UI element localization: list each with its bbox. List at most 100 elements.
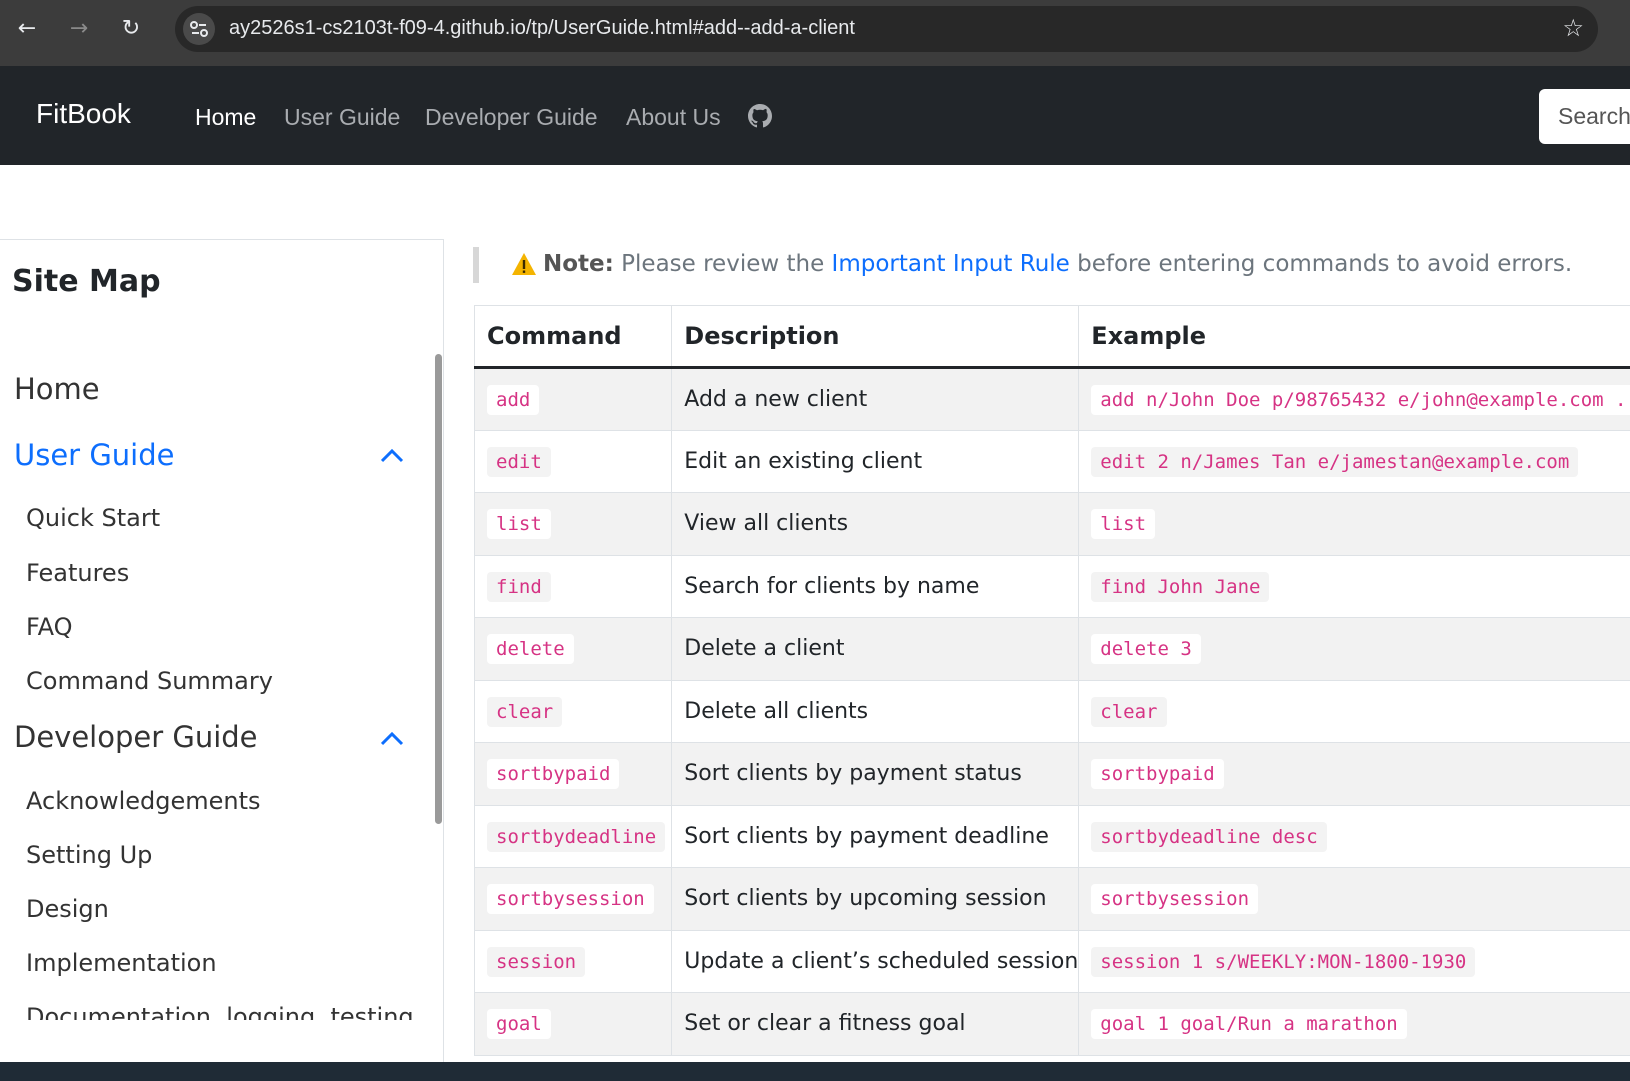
table-row: sortbysession Sort clients by upcoming s… (473, 867, 1630, 931)
table-row: session Update a client’s scheduled sess… (473, 930, 1630, 993)
description-cell: Sort clients by payment deadline (671, 805, 1080, 868)
command-code: session (487, 946, 586, 977)
table-row: sortbydeadline Sort clients by payment d… (473, 805, 1630, 868)
sidebar-item-faq[interactable]: FAQ (26, 613, 73, 641)
command-cell: add (473, 367, 673, 431)
url-text: ay2526s1-cs2103t-f09-4.github.io/tp/User… (229, 17, 855, 39)
example-code: sortbysession (1091, 884, 1259, 915)
command-code: sortbydeadline (487, 821, 666, 852)
command-code: list (487, 509, 551, 540)
example-cell: sortbydeadline desc (1078, 805, 1630, 868)
note-text-before: Please review the (613, 251, 832, 277)
warning-icon (512, 253, 536, 275)
command-cell: find (473, 555, 673, 618)
bookmark-star-icon[interactable]: ☆ (1562, 14, 1584, 42)
brand-logo[interactable]: FitBook (36, 98, 131, 130)
nav-link-home[interactable]: Home (195, 104, 256, 131)
important-input-rule-link[interactable]: Important Input Rule (832, 251, 1070, 277)
description-cell: Search for clients by name (671, 555, 1080, 618)
command-code: clear (487, 696, 563, 727)
table-row: sortbypaid Sort clients by payment statu… (473, 742, 1630, 806)
sidebar-item-acknowledgements[interactable]: Acknowledgements (26, 787, 261, 815)
sidebar-item-design[interactable]: Design (26, 895, 109, 923)
nav-link-developer-guide[interactable]: Developer Guide (425, 104, 598, 131)
example-code: sortbypaid (1091, 759, 1224, 790)
back-icon[interactable]: ← (12, 14, 42, 44)
sidebar-item-setting-up[interactable]: Setting Up (26, 841, 152, 869)
site-map-sidebar: Site Map Home User Guide Quick Start Fea… (0, 239, 444, 1062)
main-content: Note: Please review the Important Input … (445, 239, 1630, 1062)
command-code: sortbysession (487, 884, 654, 915)
command-cell: list (473, 492, 673, 556)
example-code: delete 3 (1091, 634, 1201, 665)
browser-toolbar: ← → ↻ ay2526s1-cs2103t-f09-4.github.io/t… (0, 0, 1630, 66)
example-code: list (1091, 509, 1156, 540)
example-code: find John Jane (1091, 571, 1270, 602)
sidebar-item-documentation[interactable]: Documentation, logging, testing (26, 1003, 414, 1020)
example-code: sortbydeadline desc (1091, 821, 1327, 852)
example-cell: sortbysession (1078, 867, 1630, 931)
table-row: goal Set or clear a fitness goal goal 1 … (473, 992, 1630, 1056)
description-cell: Delete a client (671, 617, 1080, 681)
example-cell: clear (1078, 680, 1630, 743)
command-summary-table: Command Description Example add Add a ne… (473, 305, 1630, 1056)
site-info-icon[interactable] (183, 13, 215, 45)
example-cell: find John Jane (1078, 555, 1630, 618)
command-code: sortbypaid (487, 759, 620, 790)
sidebar-item-quick-start[interactable]: Quick Start (26, 504, 160, 532)
example-cell: delete 3 (1078, 617, 1630, 681)
sidebar-item-features[interactable]: Features (26, 559, 129, 587)
example-code: add n/John Doe p/98765432 e/john@example… (1091, 384, 1630, 415)
sidebar-scrollbar[interactable] (435, 354, 442, 824)
description-cell: View all clients (671, 492, 1080, 556)
command-code: edit (487, 446, 551, 477)
sidebar-item-developer-guide[interactable]: Developer Guide (14, 720, 258, 754)
command-cell: delete (473, 617, 673, 681)
description-cell: Sort clients by upcoming session (671, 867, 1080, 931)
search-field[interactable] (1539, 89, 1630, 144)
table-row: clear Delete all clients clear (473, 680, 1630, 743)
example-code: session 1 s/WEEKLY:MON-1800-1930 (1091, 946, 1476, 977)
command-code: delete (487, 634, 574, 665)
description-cell: Update a client’s scheduled session (671, 930, 1080, 993)
search-input[interactable] (1539, 89, 1630, 144)
command-cell: goal (473, 992, 673, 1056)
column-header-command: Command (473, 305, 673, 369)
command-code: find (487, 571, 551, 602)
github-icon[interactable] (748, 104, 772, 128)
reload-icon[interactable]: ↻ (116, 14, 146, 44)
description-cell: Set or clear a fitness goal (671, 992, 1080, 1056)
os-taskbar (0, 1062, 1630, 1081)
note-text: Note: Please review the Important Input … (543, 251, 1572, 277)
table-row: edit Edit an existing client edit 2 n/Ja… (473, 430, 1630, 493)
description-cell: Edit an existing client (671, 430, 1080, 493)
command-cell: sortbypaid (473, 742, 673, 806)
nav-link-user-guide[interactable]: User Guide (284, 104, 400, 131)
sidebar-item-command-summary[interactable]: Command Summary (26, 667, 273, 695)
table-header-row: Command Description Example (473, 305, 1630, 369)
example-cell: edit 2 n/James Tan e/jamestan@example.co… (1078, 430, 1630, 493)
forward-icon[interactable]: → (64, 14, 94, 44)
nav-link-about-us[interactable]: About Us (626, 104, 721, 131)
command-code: goal (487, 1009, 551, 1040)
example-cell: sortbypaid (1078, 742, 1630, 806)
example-code: edit 2 n/James Tan e/jamestan@example.co… (1091, 446, 1579, 477)
note-label: Note: (543, 251, 614, 277)
example-code: clear (1091, 696, 1167, 727)
command-cell: edit (473, 430, 673, 493)
sidebar-item-home[interactable]: Home (14, 372, 100, 406)
note-box: Note: Please review the Important Input … (473, 247, 1572, 283)
site-navbar: FitBook Home User Guide Developer Guide … (0, 66, 1630, 165)
command-cell: session (473, 930, 673, 993)
sidebar-item-implementation[interactable]: Implementation (26, 949, 217, 977)
command-cell: sortbysession (473, 867, 673, 931)
command-cell: clear (473, 680, 673, 743)
address-bar[interactable]: ay2526s1-cs2103t-f09-4.github.io/tp/User… (175, 6, 1598, 52)
chevron-up-icon[interactable] (380, 447, 404, 463)
note-text-after: before entering commands to avoid errors… (1069, 251, 1573, 277)
chevron-up-icon[interactable] (380, 730, 404, 746)
table-row: list View all clients list (473, 492, 1630, 556)
command-code: add (487, 384, 540, 415)
sidebar-item-user-guide[interactable]: User Guide (14, 438, 174, 472)
example-cell: list (1078, 492, 1630, 556)
